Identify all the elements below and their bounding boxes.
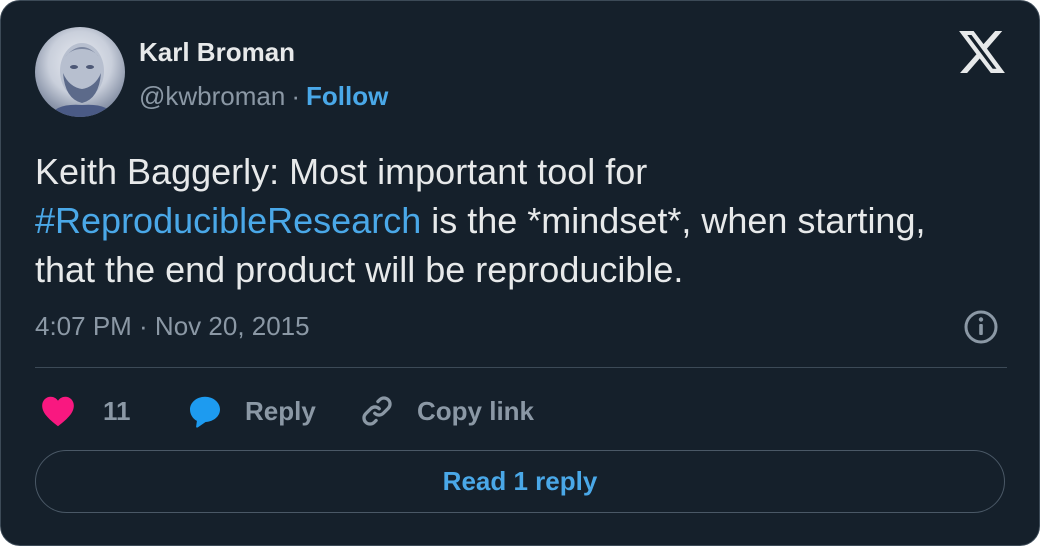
tweet-card: Karl Broman @kwbroman · Follow Keith Bagge… [0, 0, 1040, 546]
tweet-text: Keith Baggerly: Most important tool for … [35, 147, 995, 294]
x-logo-icon[interactable] [959, 31, 1005, 73]
follow-link[interactable]: Follow [306, 81, 388, 111]
avatar[interactable] [35, 27, 125, 117]
handle-row: @kwbroman · Follow [139, 81, 388, 112]
info-icon[interactable] [963, 309, 999, 345]
author-handle[interactable]: @kwbroman [139, 81, 285, 111]
reply-label: Reply [245, 395, 316, 426]
avatar-portrait-image [50, 43, 114, 117]
author-name[interactable]: Karl Broman [139, 37, 295, 68]
read-replies-label: Read 1 reply [442, 466, 598, 496]
like-button[interactable]: 11 [39, 391, 131, 431]
link-icon [362, 396, 392, 426]
heart-icon [42, 396, 74, 427]
speech-bubble-icon [190, 396, 220, 428]
hashtag-link[interactable]: #ReproducibleResearch [35, 200, 421, 241]
like-count: 11 [103, 395, 131, 426]
tweet-text-start: Keith Baggerly: Most important tool for [35, 151, 648, 192]
divider [35, 367, 1007, 368]
copy-link-button[interactable]: Copy link [359, 391, 534, 431]
tweet-timestamp[interactable]: 4:07 PM · Nov 20, 2015 [35, 311, 310, 342]
separator-dot: · [291, 81, 300, 111]
reply-button[interactable]: Reply [187, 391, 316, 431]
read-replies-button[interactable]: Read 1 reply [35, 450, 1005, 513]
copy-link-label: Copy link [417, 395, 535, 426]
